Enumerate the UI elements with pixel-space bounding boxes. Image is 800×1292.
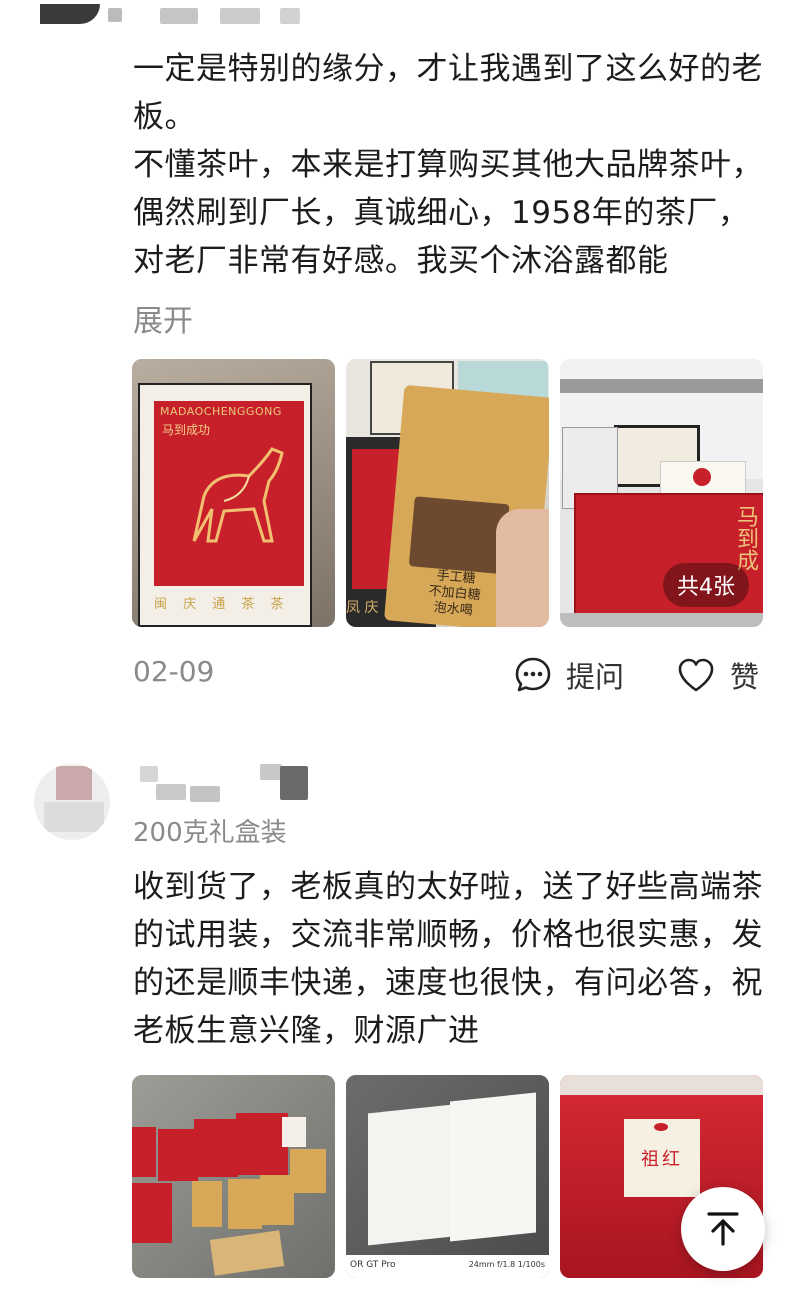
horse-illustration	[192, 447, 284, 543]
like-label: 赞	[730, 660, 760, 694]
letter-left-page	[368, 1104, 452, 1246]
review1-image-2[interactable]: 凤 庆 手工糖 不加白糖 泡水喝	[346, 359, 549, 627]
review2-image-1[interactable]	[132, 1075, 335, 1278]
heart-icon	[678, 658, 714, 692]
back-to-top-button[interactable]	[681, 1187, 765, 1271]
tea-bag-label: 祖红	[624, 1119, 700, 1197]
avatar[interactable]	[34, 764, 110, 840]
camera-watermark-right: 24mm f/1.8 1/100s	[468, 1260, 545, 1269]
review1-image-1[interactable]: MADAOCHENGGONG 马到成功 闽 庆 通 茶 茶	[132, 359, 335, 627]
letter-right-page	[450, 1092, 536, 1242]
camera-watermark-left: OR GT Pro	[350, 1260, 396, 1270]
box-bottom-text: 闽 庆 通 茶 茶	[154, 597, 290, 612]
arrow-up-to-top-icon	[707, 1212, 739, 1246]
chat-bubble-icon	[515, 657, 551, 692]
review1-image-3[interactable]: 马到成 共4张	[560, 359, 763, 627]
review1-paragraph-2: 不懂茶叶，本来是打算购买其他大品牌茶叶，偶然刷到厂长，真诚细心，1958年的茶厂…	[133, 147, 763, 279]
expand-link[interactable]: 展开	[133, 296, 193, 340]
review1-paragraph-1: 一定是特别的缘分，才让我遇到了这么好的老板。	[133, 51, 763, 135]
image-count-badge: 共4张	[663, 563, 749, 607]
tea-name: 祖红	[641, 1149, 683, 1170]
review2-image-2[interactable]: OR GT Pro 24mm f/1.8 1/100s	[346, 1075, 549, 1278]
product-spec: 200克礼盒装	[133, 818, 287, 848]
bag-box-label: 马到成	[733, 505, 758, 571]
review2-text: 收到货了，老板真的太好啦，送了好些高端茶的试用装，交流非常顺畅，价格也很实惠，发…	[133, 863, 773, 1055]
box-side-text: 凤 庆	[346, 600, 379, 616]
ask-button[interactable]: 提问	[514, 654, 624, 696]
ask-label: 提问	[566, 660, 625, 694]
like-button[interactable]: 赞	[676, 654, 759, 696]
review1-text: 一定是特别的缘分，才让我遇到了这么好的老板。 不懂茶叶，本来是打算购买其他大品牌…	[133, 45, 773, 285]
review1-header-blur	[0, 0, 800, 30]
review-date: 02-09	[133, 655, 215, 688]
review2-username-blur	[130, 762, 330, 806]
review2-paragraph-1: 收到货了，老板真的太好啦，送了好些高端茶的试用装，交流非常顺畅，价格也很实惠，发…	[133, 869, 763, 1049]
hand	[496, 509, 549, 627]
gift-box-red-panel: MADAOCHENGGONG 马到成功	[154, 401, 304, 586]
